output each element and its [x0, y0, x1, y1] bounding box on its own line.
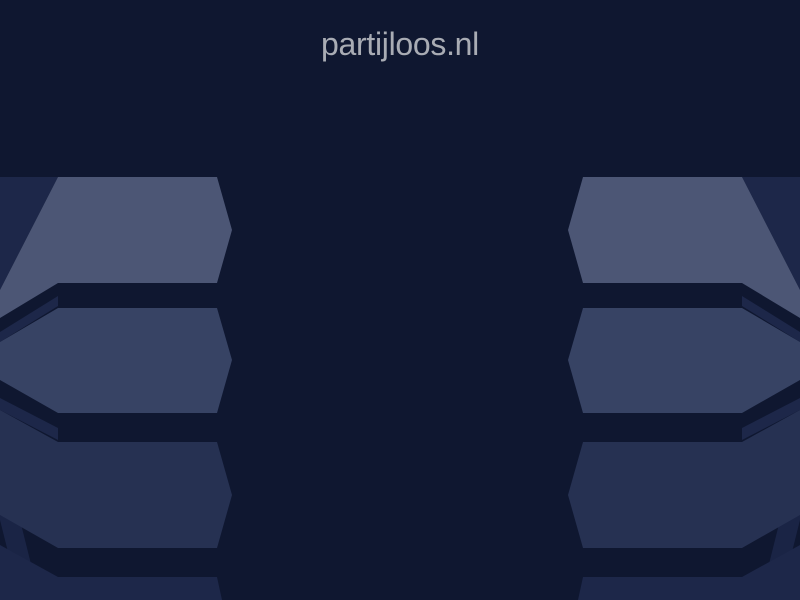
right-block-4 — [578, 545, 800, 600]
parked-domain-page: partijloos.nl — [0, 0, 800, 600]
right-block-2 — [568, 308, 800, 413]
right-block-3 — [568, 410, 800, 548]
left-block-3 — [0, 410, 232, 548]
domain-name-title: partijloos.nl — [321, 26, 479, 62]
right-decor-group — [568, 177, 800, 600]
decorative-background-art — [0, 177, 800, 600]
left-decor-group — [0, 177, 232, 600]
left-block-4 — [0, 545, 222, 600]
left-block-2 — [0, 308, 232, 413]
